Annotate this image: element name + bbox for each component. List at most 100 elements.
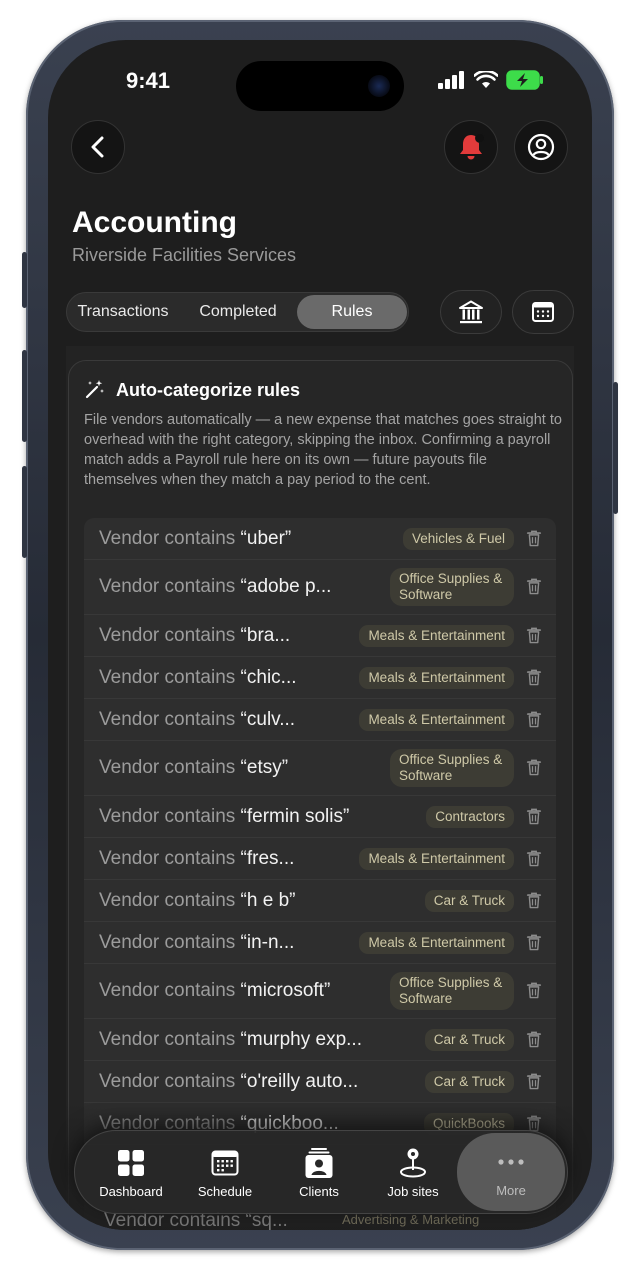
rule-row[interactable]: Vendor contains “microsoft” Office Suppli… [84, 964, 556, 1019]
map-pin-icon [398, 1148, 428, 1178]
rule-condition: Vendor contains “h e b” [99, 890, 295, 912]
rule-row[interactable]: Vendor contains “etsy” Office Supplies & … [84, 741, 556, 796]
rule-term: “chic... [240, 666, 297, 688]
segmented-control: Transactions Completed Rules [66, 292, 409, 332]
grid-icon [116, 1148, 146, 1178]
trash-icon[interactable] [526, 710, 544, 730]
magic-wand-icon [85, 380, 104, 399]
rule-term: “o'reilly auto... [240, 1070, 359, 1092]
trash-icon[interactable] [526, 529, 544, 549]
tab-clients[interactable]: Clients [273, 1131, 365, 1215]
rule-condition: Vendor contains “o'reilly auto... [99, 1071, 358, 1093]
trash-icon[interactable] [526, 849, 544, 869]
rule-row[interactable]: Vendor contains “in-n... Meals & Entertai… [84, 922, 556, 964]
card-description: File vendors automatically — a new expen… [84, 412, 562, 488]
category-badge: Car & Truck [424, 1070, 514, 1093]
rule-prefix: Vendor contains [99, 757, 241, 778]
rule-condition: Vendor contains “fermin solis” [99, 806, 349, 828]
tab-dashboard-label: Dashboard [99, 1183, 163, 1199]
category-badge: Vehicles & Fuel [402, 527, 514, 550]
contacts-icon [304, 1147, 334, 1178]
screen: 9:41 Accounting Riverside Facilities Ser… [48, 40, 592, 1230]
volume-up-button [22, 350, 27, 442]
rule-row[interactable]: Vendor contains “adobe p... Office Suppli… [84, 560, 556, 615]
dynamic-island [236, 61, 404, 111]
rule-term: “etsy” [240, 757, 289, 778]
rule-term: “fermin solis” [240, 805, 350, 827]
action-button [22, 252, 27, 308]
rule-row[interactable]: Vendor contains “uber” Vehicles & Fuel [84, 518, 556, 560]
rule-condition: Vendor contains “chic... [99, 667, 297, 689]
trash-icon[interactable] [526, 668, 544, 688]
calendar-button[interactable] [512, 290, 574, 334]
trash-icon[interactable] [526, 981, 544, 1001]
back-button[interactable] [71, 120, 125, 174]
rule-prefix: Vendor contains [99, 980, 241, 1001]
tab-more[interactable]: More [457, 1133, 565, 1211]
rule-prefix: Vendor contains [99, 805, 241, 827]
trash-icon[interactable] [526, 758, 544, 778]
rule-term: “in-n... [240, 931, 295, 953]
category-badge: Meals & Entertainment [359, 624, 514, 647]
trash-icon[interactable] [526, 577, 544, 597]
rule-prefix: Vendor contains [99, 1028, 241, 1050]
trash-icon[interactable] [526, 807, 544, 827]
rule-condition: Vendor contains “etsy” [99, 757, 288, 779]
tab-dashboard[interactable]: Dashboard [85, 1131, 177, 1215]
calendar-icon [210, 1148, 240, 1178]
rule-prefix: Vendor contains [99, 576, 241, 597]
signal-icon [438, 71, 464, 89]
rule-row[interactable]: Vendor contains “chic... Meals & Entertai… [84, 657, 556, 699]
rule-prefix: Vendor contains [99, 624, 241, 646]
camera-icon [368, 75, 390, 97]
card-title: Auto-categorize rules [116, 380, 301, 400]
tab-rules[interactable]: Rules [297, 295, 407, 329]
rule-prefix: Vendor contains [99, 666, 241, 688]
profile-button[interactable] [514, 120, 568, 174]
tab-job-sites[interactable]: Job sites [367, 1131, 459, 1215]
rule-row[interactable]: Vendor contains “murphy exp... Car & Truc… [84, 1019, 556, 1061]
rule-row[interactable]: Vendor contains “fres... Meals & Entertai… [84, 838, 556, 880]
rule-prefix: Vendor contains [99, 931, 241, 953]
category-badge: Office Supplies & Software [390, 749, 514, 787]
bank-button[interactable] [440, 290, 502, 334]
tab-clients-label: Clients [299, 1183, 339, 1199]
trash-icon[interactable] [526, 933, 544, 953]
category-badge: Contractors [426, 805, 514, 828]
rule-row[interactable]: Vendor contains “bra... Meals & Entertain… [84, 615, 556, 657]
rule-condition: Vendor contains “uber” [99, 528, 291, 550]
volume-down-button [22, 466, 27, 558]
tab-schedule[interactable]: Schedule [179, 1131, 271, 1215]
tab-completed[interactable]: Completed [183, 293, 293, 331]
rule-term: “uber” [240, 527, 292, 549]
category-badge: Meals & Entertainment [359, 931, 514, 954]
rule-row[interactable]: Vendor contains “h e b” Car & Truck [84, 880, 556, 922]
category-badge: Car & Truck [424, 1028, 514, 1051]
bottom-tab-bar: Dashboard Schedule Clients Job sites Mor… [74, 1130, 568, 1214]
category-badge: Meals & Entertainment [359, 666, 514, 689]
notifications-button[interactable] [444, 120, 498, 174]
tab-job-sites-label: Job sites [387, 1183, 439, 1199]
trash-icon[interactable] [526, 891, 544, 911]
rule-prefix: Vendor contains [99, 1070, 241, 1092]
rule-condition: Vendor contains “culv... [99, 709, 295, 731]
category-badge: Office Supplies & Software [390, 972, 514, 1010]
category-badge: Car & Truck [424, 889, 514, 912]
tab-transactions[interactable]: Transactions [67, 293, 179, 331]
trash-icon[interactable] [526, 1072, 544, 1092]
rule-row[interactable]: Vendor contains “o'reilly auto... Car & T… [84, 1061, 556, 1103]
rule-row[interactable]: Vendor contains “culv... Meals & Entertai… [84, 699, 556, 741]
rule-condition: Vendor contains “adobe p... [99, 576, 331, 598]
bank-icon [459, 300, 483, 324]
rule-prefix: Vendor contains [99, 708, 241, 730]
trash-icon[interactable] [526, 1030, 544, 1050]
calendar-grid-icon [532, 302, 554, 322]
rule-term: “fres... [240, 847, 295, 869]
trash-icon[interactable] [526, 626, 544, 646]
category-badge: Meals & Entertainment [359, 847, 514, 870]
rule-row[interactable]: Vendor contains “fermin solis” Contractor… [84, 796, 556, 838]
wifi-icon [474, 71, 498, 88]
user-circle-icon [527, 133, 555, 161]
status-icons [438, 70, 544, 90]
power-button [613, 382, 618, 514]
